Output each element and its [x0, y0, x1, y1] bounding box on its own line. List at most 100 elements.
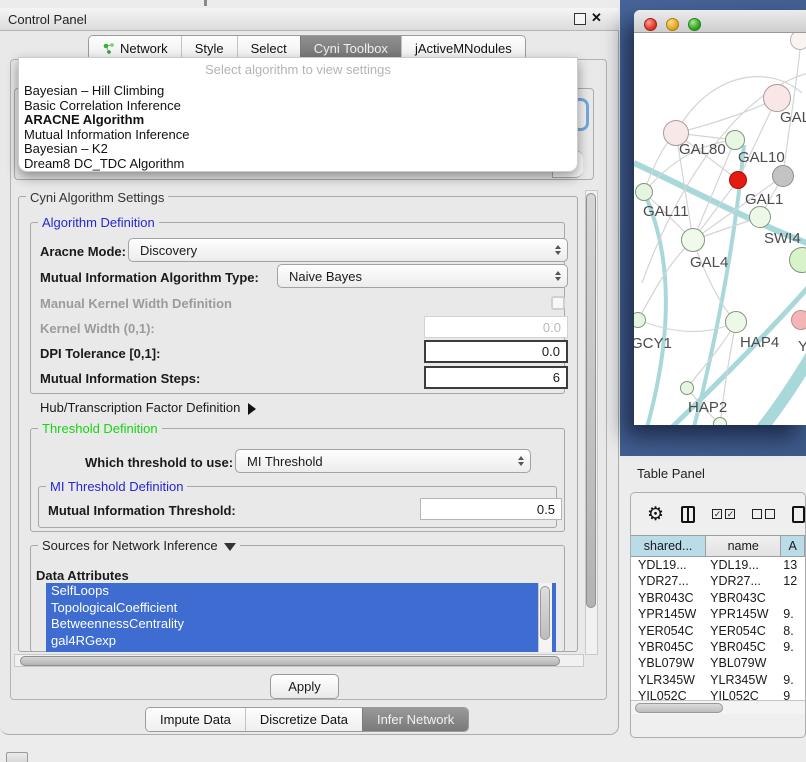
network-window-titlebar[interactable]: [634, 10, 806, 33]
mi-threshold-field[interactable]: 0.5: [420, 498, 562, 520]
table-cell[interactable]: YBR043C: [631, 590, 706, 606]
table-cell[interactable]: YPR145W: [631, 606, 706, 622]
table-cell[interactable]: YPR145W: [706, 606, 781, 622]
table-cell[interactable]: YBL079W: [631, 655, 706, 671]
split-columns-icon[interactable]: [681, 506, 695, 523]
table-row[interactable]: YIL052CYIL052C9: [631, 688, 805, 700]
network-node-gal4[interactable]: [681, 228, 705, 252]
table-cell[interactable]: 8.: [781, 623, 805, 639]
tab-infer-network[interactable]: Infer Network: [362, 708, 468, 731]
table-cell[interactable]: 9.: [781, 639, 805, 655]
table-cell[interactable]: 13: [781, 557, 805, 573]
close-traffic-light-icon[interactable]: [644, 18, 657, 31]
zoom-traffic-light-icon[interactable]: [688, 18, 701, 31]
tab-label: Select: [251, 41, 287, 56]
control-panel-titlebar[interactable]: [0, 8, 619, 31]
table-cell[interactable]: YIL052C: [706, 688, 781, 700]
table-row[interactable]: YPR145WYPR145W9.: [631, 606, 805, 622]
network-node[interactable]: [729, 171, 747, 189]
close-icon[interactable]: ✕: [591, 10, 602, 26]
float-window-icon[interactable]: [574, 13, 586, 25]
mi-steps-field[interactable]: 6: [424, 366, 568, 389]
checked-pair-icon[interactable]: ✓✓: [712, 509, 735, 519]
sources-toggle[interactable]: Sources for Network Inference: [38, 538, 240, 553]
algorithm-option[interactable]: Dream8 DC_TDC Algorithm: [24, 157, 572, 172]
cyni-bottom-tabbar: Impute DataDiscretize DataInfer Network: [145, 707, 469, 732]
table-row[interactable]: YBR043CYBR043C: [631, 590, 805, 606]
mi-algorithm-type-combo[interactable]: Naive Bayes: [277, 264, 568, 288]
network-node[interactable]: [772, 165, 794, 187]
network-node[interactable]: [790, 33, 806, 50]
table-cell[interactable]: YDL19...: [631, 557, 706, 573]
network-node-gal10[interactable]: [725, 130, 745, 150]
attribute-item[interactable]: gal4RGexp: [46, 633, 556, 650]
network-node-gal1[interactable]: [749, 206, 771, 228]
algorithm-option[interactable]: ARACNE Algorithm: [24, 113, 572, 128]
which-threshold-combo[interactable]: MI Threshold: [235, 449, 531, 473]
minimized-panel-icon[interactable]: [6, 752, 28, 762]
table-horizontal-scrollbar[interactable]: [631, 700, 805, 714]
hub-definition-toggle[interactable]: Hub/Transcription Factor Definition: [40, 400, 256, 415]
kernel-width-field[interactable]: 0.0: [424, 316, 568, 338]
document-icon[interactable]: [792, 506, 805, 523]
table-row[interactable]: YER054CYER054C8.: [631, 623, 805, 639]
data-attributes-list[interactable]: SelfLoopsTopologicalCoefficientBetweenne…: [46, 583, 556, 652]
table-cell[interactable]: [781, 655, 805, 671]
table-cell[interactable]: [781, 590, 805, 606]
collapsed-arrow-icon: [248, 403, 256, 415]
algorithm-option[interactable]: Bayesian – Hill Climbing: [24, 84, 572, 99]
column-header-A[interactable]: A: [781, 535, 805, 557]
table-cell[interactable]: 9.: [781, 672, 805, 688]
table-cell[interactable]: YLR345W: [706, 672, 781, 688]
table-row[interactable]: YLR345WYLR345W9.: [631, 672, 805, 688]
gear-icon[interactable]: ⚙: [647, 505, 664, 524]
table-cell[interactable]: 9.: [781, 606, 805, 622]
attributes-list-scrollbar-thumb[interactable]: [540, 586, 550, 640]
tab-label: Cyni Toolbox: [314, 41, 388, 56]
table-cell[interactable]: YER054C: [706, 623, 781, 639]
table-cell[interactable]: YBR043C: [706, 590, 781, 606]
network-node[interactable]: [713, 417, 727, 425]
table-horizontal-scrollbar-thumb[interactable]: [635, 703, 723, 713]
attribute-item[interactable]: SelfLoops: [46, 583, 556, 600]
apply-button[interactable]: Apply: [270, 674, 339, 699]
table-cell[interactable]: YDR27...: [631, 573, 706, 589]
table-cell[interactable]: YDR27...: [706, 573, 781, 589]
algorithm-option[interactable]: Bayesian – K2: [24, 142, 572, 157]
attribute-item[interactable]: BetweennessCentrality: [46, 616, 556, 633]
table-cell[interactable]: 9: [781, 688, 805, 700]
manual-kernel-width-checkbox[interactable]: [551, 296, 565, 310]
minimize-traffic-light-icon[interactable]: [666, 18, 679, 31]
attribute-item[interactable]: TopologicalCoefficient: [46, 600, 556, 617]
table-row[interactable]: YDR27...YDR27...12: [631, 573, 805, 589]
table-row[interactable]: YBR045CYBR045C9.: [631, 639, 805, 655]
tab-impute-data[interactable]: Impute Data: [146, 708, 245, 731]
network-window[interactable]: GALGAL80GAL10GAL1GAL11SWI4GAL4GCY1HAP4YH…: [634, 10, 806, 425]
table-cell[interactable]: YBR045C: [631, 639, 706, 655]
table-cell[interactable]: YLR345W: [631, 672, 706, 688]
table-cell[interactable]: 12: [781, 573, 805, 589]
unchecked-pair-icon[interactable]: [752, 509, 775, 519]
network-node-gal11[interactable]: [635, 183, 653, 201]
table-cell[interactable]: YBL079W: [706, 655, 781, 671]
tab-discretize-data[interactable]: Discretize Data: [245, 708, 362, 731]
settings-horizontal-scrollbar-thumb[interactable]: [20, 656, 560, 666]
table-cell[interactable]: YBR045C: [706, 639, 781, 655]
table-row[interactable]: YDL19...YDL19...13: [631, 557, 805, 573]
network-node-y[interactable]: [791, 310, 806, 330]
network-node-hap4[interactable]: [725, 311, 747, 333]
table-cell[interactable]: YDL19...: [706, 557, 781, 573]
column-header-shared...[interactable]: shared...: [631, 535, 706, 557]
column-header-name[interactable]: name: [706, 535, 781, 557]
table-cell[interactable]: YER054C: [631, 623, 706, 639]
network-node-hap2[interactable]: [680, 381, 694, 395]
table-row[interactable]: YBL079WYBL079W: [631, 655, 805, 671]
network-canvas[interactable]: GALGAL80GAL10GAL1GAL11SWI4GAL4GCY1HAP4YH…: [634, 33, 806, 425]
aracne-mode-combo[interactable]: Discovery: [128, 238, 568, 262]
network-node-gal[interactable]: [763, 84, 791, 112]
table-cell[interactable]: YIL052C: [631, 688, 706, 700]
algorithm-option[interactable]: Basic Correlation Inference: [24, 99, 572, 114]
dpi-tolerance-field[interactable]: 0.0: [424, 340, 568, 363]
settings-vertical-scrollbar-thumb[interactable]: [586, 193, 596, 608]
algorithm-option[interactable]: Mutual Information Inference: [24, 128, 572, 143]
